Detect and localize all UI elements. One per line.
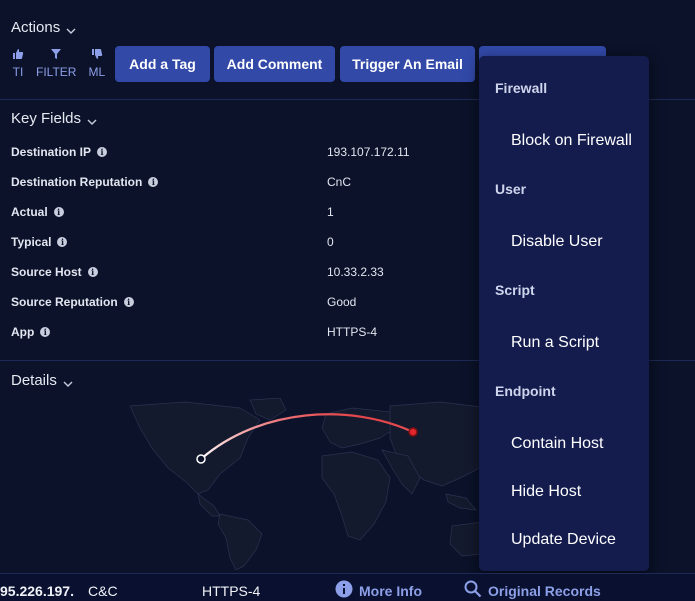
bottom-app: HTTPS-4 <box>202 583 261 599</box>
field-label: Actual <box>11 205 48 219</box>
add-tag-button[interactable]: Add a Tag <box>115 46 210 82</box>
continent-north-america <box>129 401 261 495</box>
field-value: CnC <box>327 175 352 189</box>
bottom-ip: 95.226.197. <box>0 583 74 599</box>
filter-label: FILTER <box>36 65 77 79</box>
menu-group-endpoint: Endpoint <box>495 383 556 399</box>
key-field-row: Destination Reputation i CnC <box>11 175 471 191</box>
key-field-row: Typical i 0 <box>11 235 471 251</box>
menu-group-script: Script <box>495 282 535 298</box>
field-value: HTTPS-4 <box>327 325 378 339</box>
field-label: Source Host <box>11 265 82 279</box>
info-icon[interactable]: i <box>87 267 98 277</box>
key-field-row: Source Reputation i Good <box>11 295 471 311</box>
key-fields-header[interactable]: Key Fields <box>11 110 97 127</box>
key-fields-title: Key Fields <box>11 110 82 127</box>
field-label: Destination Reputation <box>11 175 143 189</box>
field-label: Source Reputation <box>11 295 118 309</box>
info-icon[interactable]: i <box>97 147 108 157</box>
info-icon[interactable]: i <box>57 237 68 247</box>
source-marker <box>196 454 206 464</box>
thumbs-up-icon <box>12 48 24 63</box>
chevron-down-icon <box>87 114 97 125</box>
continent-africa <box>321 451 391 541</box>
info-icon[interactable]: i <box>53 207 64 217</box>
add-comment-button[interactable]: Add Comment <box>214 46 335 82</box>
response-actions-menu: Firewall Block on Firewall User Disable … <box>479 56 649 571</box>
chevron-down-icon <box>63 376 73 387</box>
menu-item-block-on-firewall[interactable]: Block on Firewall <box>511 132 632 150</box>
bottom-category: C&C <box>88 583 118 599</box>
menu-item-disable-user[interactable]: Disable User <box>511 233 603 251</box>
search-icon <box>464 580 482 601</box>
menu-group-user: User <box>495 181 527 197</box>
destination-marker <box>408 427 418 437</box>
ti-label: TI <box>12 65 24 79</box>
menu-group-firewall: Firewall <box>495 80 548 96</box>
actions-title: Actions <box>11 19 61 36</box>
ml-label: ML <box>88 65 106 79</box>
thumbs-down-icon <box>91 48 103 63</box>
more-info-label: More Info <box>359 582 422 599</box>
field-label: Typical <box>11 235 52 249</box>
world-map <box>129 398 490 570</box>
menu-item-run-a-script[interactable]: Run a Script <box>511 334 599 352</box>
info-icon[interactable]: i <box>40 327 51 337</box>
chevron-down-icon <box>66 23 76 34</box>
info-icon[interactable]: i <box>148 177 159 187</box>
actions-header[interactable]: Actions <box>11 19 76 36</box>
details-title: Details <box>11 372 57 389</box>
continent-se-asia <box>445 493 477 511</box>
original-records-label: Original Records <box>488 582 601 599</box>
key-field-row: Actual i 1 <box>11 205 471 221</box>
continent-south-america <box>217 513 263 570</box>
field-label: App <box>11 325 35 339</box>
bottom-bar: 95.226.197. C&C HTTPS-4 More Info Origin… <box>0 573 695 601</box>
info-circle-icon <box>335 580 353 601</box>
key-field-row: App i HTTPS-4 <box>11 325 471 341</box>
field-value: Good <box>327 295 357 309</box>
field-value: 0 <box>327 235 334 249</box>
original-records-link[interactable]: Original Records <box>464 580 601 601</box>
filter-icon <box>50 48 62 63</box>
field-value: 10.33.2.33 <box>327 265 384 279</box>
key-field-row: Destination IP i 193.107.172.11 <box>11 145 471 161</box>
field-value: 193.107.172.11 <box>327 145 410 159</box>
details-header[interactable]: Details <box>11 372 73 389</box>
key-field-row: Source Host i 10.33.2.33 <box>11 265 471 281</box>
info-icon[interactable]: i <box>123 297 134 307</box>
ti-tool[interactable]: TI <box>12 48 24 79</box>
menu-item-update-device[interactable]: Update Device <box>511 531 616 549</box>
filter-tool[interactable]: FILTER <box>36 48 76 79</box>
field-label: Destination IP <box>11 145 92 159</box>
continent-greenland <box>249 398 287 421</box>
menu-item-hide-host[interactable]: Hide Host <box>511 483 581 501</box>
menu-item-contain-host[interactable]: Contain Host <box>511 435 604 453</box>
more-info-link[interactable]: More Info <box>335 580 422 601</box>
field-value: 1 <box>327 205 334 219</box>
trigger-email-button[interactable]: Trigger An Email <box>340 46 475 82</box>
continent-central-america <box>197 493 221 517</box>
ml-tool[interactable]: ML <box>88 48 105 79</box>
